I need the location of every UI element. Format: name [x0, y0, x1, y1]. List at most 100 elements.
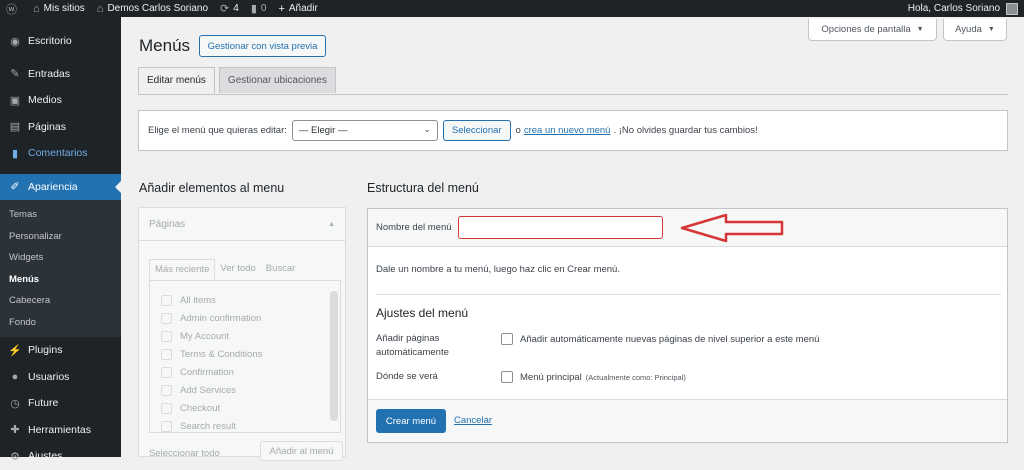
avatar: [1006, 2, 1018, 15]
select-all-label[interactable]: Seleccionar todo: [149, 448, 220, 459]
auto-add-label: Añadir páginas automáticamente: [376, 333, 449, 358]
site-name-link[interactable]: ⌂ Demos Carlos Soriano: [91, 0, 214, 17]
caret-up-icon: ▲: [328, 220, 335, 228]
sidebar-item-paginas[interactable]: ▤ Páginas: [0, 114, 121, 141]
display-location-option[interactable]: Menú principal (Actualmente como: Princip…: [501, 371, 686, 383]
sidebar-item-label: Entradas: [28, 67, 71, 80]
tab-most-recent[interactable]: Más reciente: [149, 259, 216, 280]
menu-structure-heading: Estructura del menú: [367, 181, 479, 195]
tab-view-all[interactable]: Ver todo: [215, 259, 260, 280]
checkbox[interactable]: [161, 384, 172, 396]
comments-link[interactable]: ▮ 0: [245, 0, 273, 17]
checkbox[interactable]: [161, 312, 172, 324]
sidebar-item-plugins[interactable]: ⚡ Plugins: [0, 337, 121, 364]
sidebar-item-entradas[interactable]: ✎ Entradas: [0, 61, 121, 88]
list-item[interactable]: Terms & Conditions: [150, 345, 340, 363]
future-icon: ◷: [10, 397, 20, 410]
list-scrollbar[interactable]: [330, 291, 338, 421]
submenu-item-temas[interactable]: Temas: [0, 204, 121, 226]
menu-settings-heading: Ajustes del menú: [376, 306, 469, 320]
submenu-item-personalizar[interactable]: Personalizar: [0, 226, 121, 248]
sidebar-item-comentarios[interactable]: ▮ Comentarios: [0, 140, 121, 167]
auto-add-checkbox[interactable]: [501, 333, 513, 345]
or-text: o: [515, 125, 521, 136]
caret-down-icon: ▼: [987, 26, 995, 33]
list-item[interactable]: Checkout: [150, 399, 340, 417]
tab-edit-menus[interactable]: Editar menús: [138, 67, 215, 94]
manage-with-preview-button[interactable]: Gestionar con vista previa: [199, 35, 326, 57]
pages-checklist: All items Admin confirmation My Account …: [149, 280, 341, 433]
pages-tabs: Más reciente Ver todo Buscar: [149, 259, 300, 280]
account-link[interactable]: Hola, Carlos Soriano: [902, 0, 1024, 17]
help-button[interactable]: Ayuda ▼: [943, 19, 1007, 41]
sidebar-item-ajustes[interactable]: ⚙ Ajustes: [0, 443, 121, 470]
save-reminder: . ¡No olvides guardar tus cambios!: [613, 125, 758, 136]
sidebar-item-label: Future: [28, 397, 59, 410]
tools-icon: ✚: [10, 424, 20, 437]
list-item[interactable]: Add Services: [150, 381, 340, 399]
wordpress-logo[interactable]: ⓦ: [0, 0, 27, 17]
sidebar-item-medios[interactable]: ▣ Medios: [0, 87, 121, 114]
sidebar-item-future[interactable]: ◷ Future: [0, 390, 121, 417]
checkbox[interactable]: [161, 420, 172, 432]
sites-icon: ⌂: [33, 2, 40, 15]
page-label: Search result: [180, 420, 236, 432]
add-items-heading: Añadir elementos al menu: [139, 181, 285, 195]
sidebar-item-escritorio[interactable]: ◉ Escritorio: [0, 28, 121, 55]
select-menu-label: Elige el menú que quieras editar:: [148, 125, 287, 136]
checkbox[interactable]: [161, 366, 172, 378]
wordpress-icon: ⓦ: [6, 3, 17, 16]
comments-count: 0: [260, 3, 267, 14]
admin-sidebar: ◉ Escritorio ✎ Entradas ▣ Medios ▤ Páginas ▮…: [0, 17, 121, 463]
primary-menu-checkbox[interactable]: [501, 371, 513, 383]
updates-icon: ⟳: [220, 3, 230, 15]
cancel-link[interactable]: Cancelar: [454, 415, 492, 426]
new-content-link[interactable]: + Añadir: [272, 0, 323, 17]
pages-panel-header[interactable]: Páginas ▲: [139, 208, 345, 241]
menu-select-value: — Elegir —: [298, 125, 348, 136]
submenu-item-widgets[interactable]: Widgets: [0, 247, 121, 269]
create-menu-button[interactable]: Crear menú: [376, 409, 446, 433]
screen-options-label: Opciones de pantalla: [821, 24, 911, 35]
submenu-item-cabecera[interactable]: Cabecera: [0, 290, 121, 312]
menu-select[interactable]: — Elegir — ⌄: [291, 120, 438, 141]
page-label: My Account: [180, 330, 230, 342]
menu-name-input[interactable]: [457, 216, 663, 239]
tab-search[interactable]: Buscar: [261, 259, 301, 280]
tab-manage-locations[interactable]: Gestionar ubicaciones: [218, 67, 336, 93]
submenu-item-fondo[interactable]: Fondo: [0, 312, 121, 334]
checkbox[interactable]: [161, 330, 172, 342]
list-item[interactable]: Confirmation: [150, 363, 340, 381]
caret-down-icon: ▼: [916, 26, 924, 33]
add-to-menu-button[interactable]: Añadir al menú: [260, 441, 343, 461]
sidebar-item-label: Usuarios: [28, 370, 70, 383]
submenu-item-menus[interactable]: Menús: [0, 269, 121, 291]
checkbox[interactable]: [161, 294, 172, 306]
sidebar-item-herramientas[interactable]: ✚ Herramientas: [0, 417, 121, 444]
list-item[interactable]: Admin confirmation: [150, 309, 340, 327]
create-new-menu-link[interactable]: crea un nuevo menú: [524, 125, 611, 136]
sidebar-item-usuarios[interactable]: ● Usuarios: [0, 364, 121, 391]
users-icon: ●: [11, 370, 19, 383]
list-item[interactable]: Search result: [150, 417, 340, 432]
sidebar-item-label: Medios: [28, 94, 62, 107]
screen-options-button[interactable]: Opciones de pantalla ▼: [808, 19, 937, 41]
nav-tabs: Editar menús Gestionar ubicaciones: [138, 67, 340, 94]
checkbox[interactable]: [161, 402, 172, 414]
select-button[interactable]: Seleccionar: [442, 120, 511, 141]
list-item[interactable]: My Account: [150, 327, 340, 345]
settings-icon: ⚙: [10, 450, 20, 463]
checkbox[interactable]: [161, 348, 172, 360]
primary-menu-label: Menú principal: [520, 371, 582, 383]
brush-icon: ✐: [10, 181, 20, 194]
my-sites-link[interactable]: ⌂ Mis sitios: [27, 0, 91, 17]
page-label: Checkout: [180, 402, 221, 414]
sidebar-item-apariencia[interactable]: ✐ Apariencia: [0, 173, 121, 200]
list-item[interactable]: All items: [150, 291, 340, 309]
menu-name-label: Nombre del menú: [376, 222, 452, 233]
comment-bubble-icon: ▮: [250, 3, 257, 15]
auto-add-option[interactable]: Añadir automáticamente nuevas páginas de…: [501, 333, 819, 345]
menu-name-row: Nombre del menú: [368, 209, 1007, 247]
updates-link[interactable]: ⟳ 4: [214, 0, 245, 17]
menu-structure-footer: Crear menú Cancelar: [368, 399, 1007, 442]
